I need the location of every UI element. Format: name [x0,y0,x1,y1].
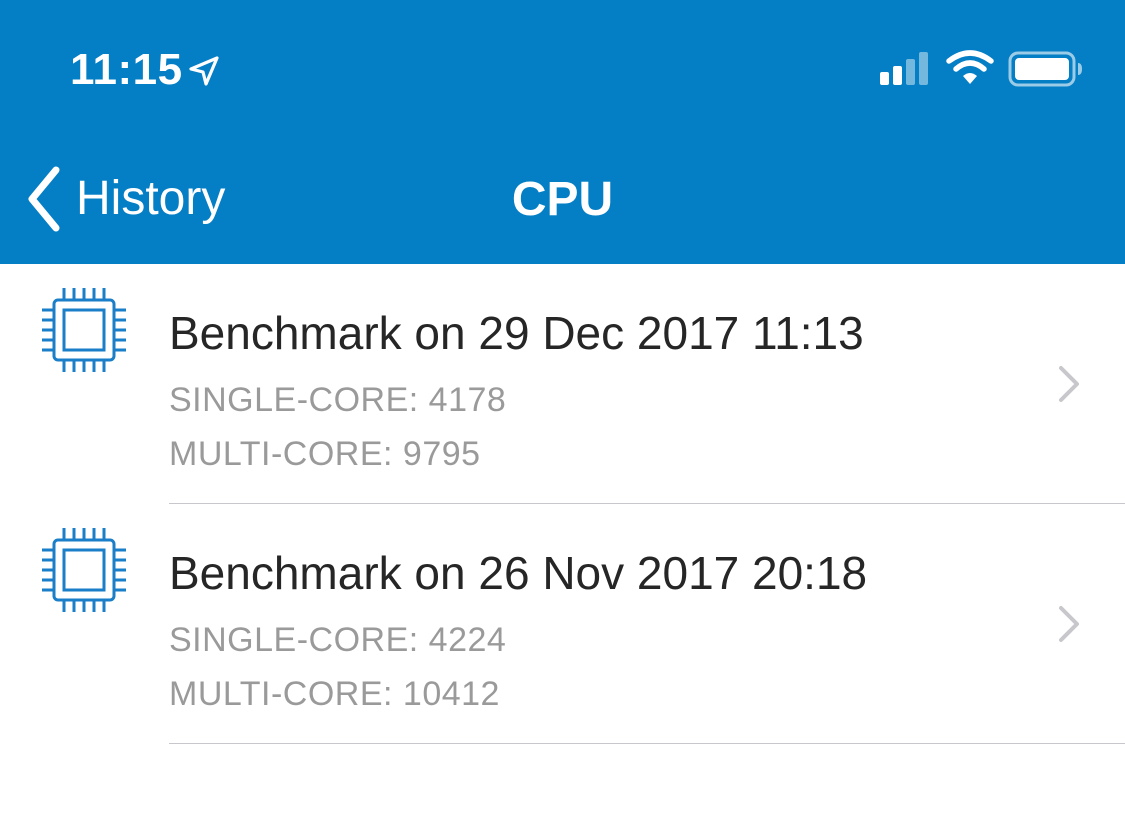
cpu-chip-icon [42,528,126,612]
benchmark-title: Benchmark on 26 Nov 2017 20:18 [169,547,868,599]
benchmark-list: Benchmark on 29 Dec 2017 11:13 SINGLE-CO… [0,264,1125,744]
wifi-icon [946,50,994,84]
multi-core-score: MULTI-CORE: 9795 [169,435,481,473]
benchmark-title: Benchmark on 29 Dec 2017 11:13 [169,307,864,359]
location-arrow-icon [189,56,219,86]
row-separator [169,743,1125,744]
list-item[interactable]: Benchmark on 26 Nov 2017 20:18 SINGLE-CO… [0,504,1125,744]
navigation-header: 11:15 History CPU [0,0,1125,264]
page-title: CPU [511,173,614,226]
single-core-score: SINGLE-CORE: 4224 [169,621,507,659]
cellular-signal-icon [880,52,928,85]
list-item[interactable]: Benchmark on 29 Dec 2017 11:13 SINGLE-CO… [0,264,1125,504]
cpu-chip-icon [42,288,126,372]
chevron-right-icon [1059,366,1079,402]
status-time: 11:15 [70,45,183,94]
multi-core-score: MULTI-CORE: 10412 [169,675,500,713]
battery-icon [1008,51,1082,87]
single-core-score: SINGLE-CORE: 4178 [169,381,507,419]
chevron-right-icon [1059,606,1079,642]
